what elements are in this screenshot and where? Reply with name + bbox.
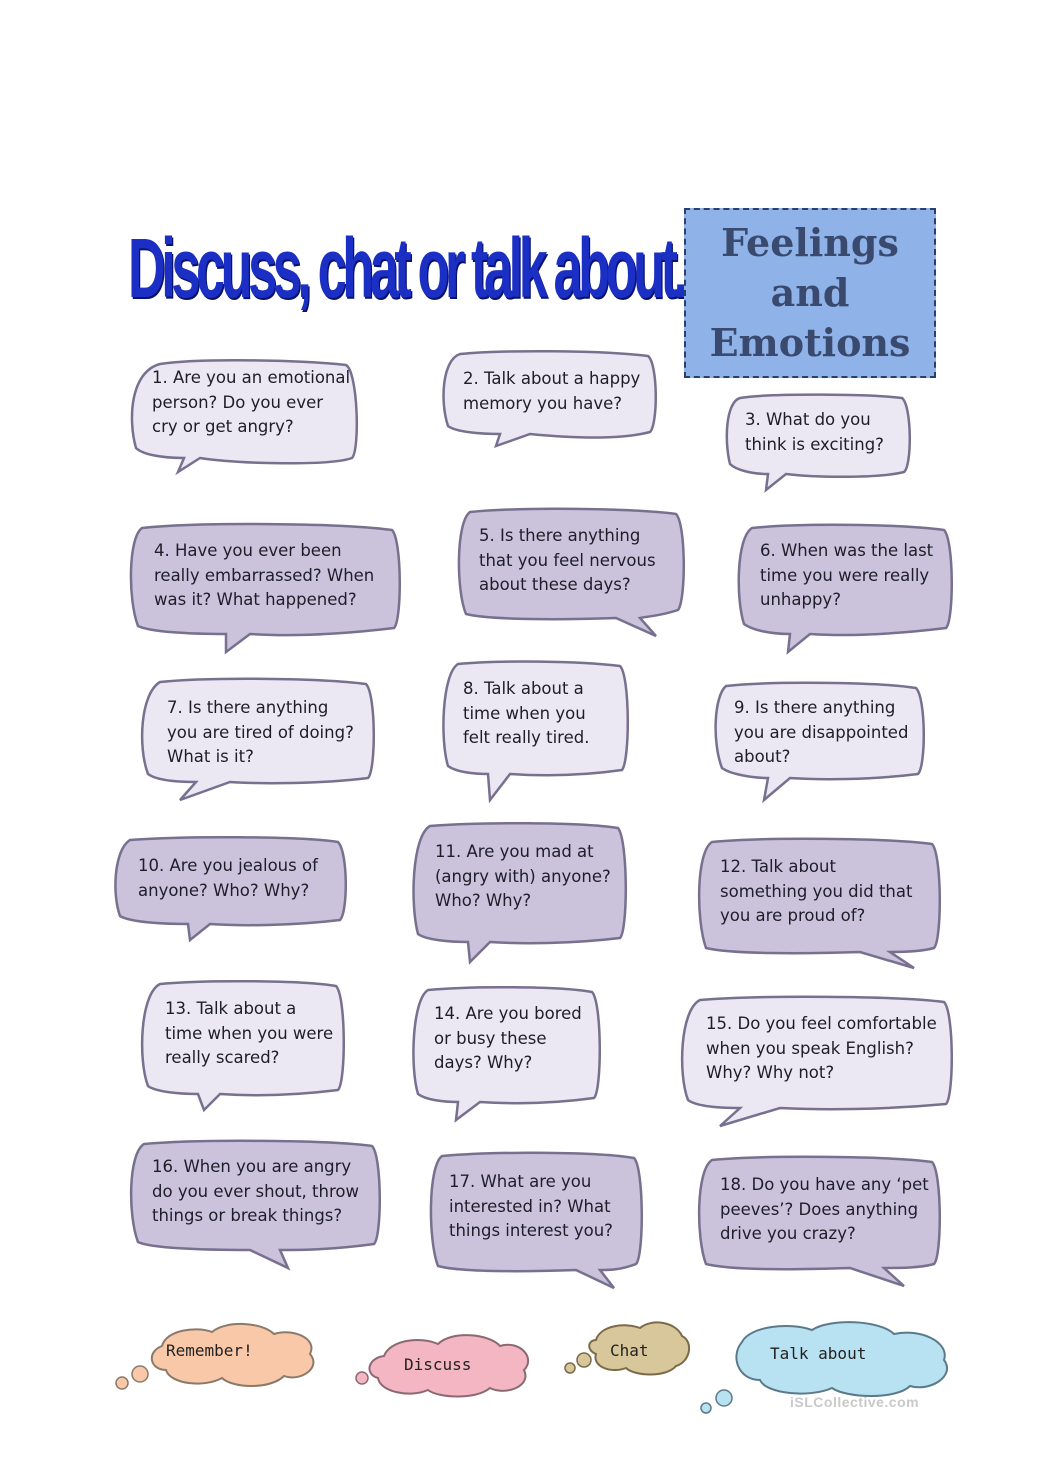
question-13: 13. Talk about a time when you were real… xyxy=(165,999,334,1067)
question-18: 18. Do you have any ‘pet peeves’? Does a… xyxy=(720,1175,929,1243)
question-6: 6. When was the last time you were reall… xyxy=(760,541,934,609)
question-4: 4. Have you ever been really embarrassed… xyxy=(154,541,375,609)
watermark: iSLCollective.com xyxy=(790,1394,920,1410)
question-9: 9. Is there anything you are disappointe… xyxy=(734,698,909,766)
question-5: 5. Is there anything that you feel nervo… xyxy=(479,526,656,594)
cloud-label-discuss: Discuss xyxy=(404,1355,472,1374)
cloud-label-talk-about: Talk about xyxy=(770,1344,867,1363)
question-7: 7. Is there anything you are tired of do… xyxy=(167,698,354,766)
question-17: 17. What are you interested in? What thi… xyxy=(449,1172,613,1240)
question-16: 16. When you are angry do you ever shout… xyxy=(152,1157,359,1225)
worksheet-page: Discuss, chat or talk about... Feelings … xyxy=(0,0,1051,1480)
cloud-label-remember: Remember! xyxy=(166,1341,253,1360)
question-14: 14. Are you bored or busy these days? Wh… xyxy=(434,1004,582,1072)
question-11: 11. Are you mad at (angry with) anyone? … xyxy=(435,842,611,910)
question-10: 10. Are you jealous of anyone? Who? Why? xyxy=(138,856,318,900)
question-3: 3. What do you think is exciting? xyxy=(745,410,884,454)
question-12: 12. Talk about something you did that yo… xyxy=(720,857,913,925)
question-15: 15. Do you feel comfortable when you spe… xyxy=(706,1014,937,1082)
cloud-label-chat: Chat xyxy=(610,1341,649,1360)
question-8: 8. Talk about a time when you felt reall… xyxy=(463,679,590,747)
question-2: 2. Talk about a happy memory you have? xyxy=(463,369,641,413)
question-1: 1. Are you an emotional person? Do you e… xyxy=(152,368,351,436)
